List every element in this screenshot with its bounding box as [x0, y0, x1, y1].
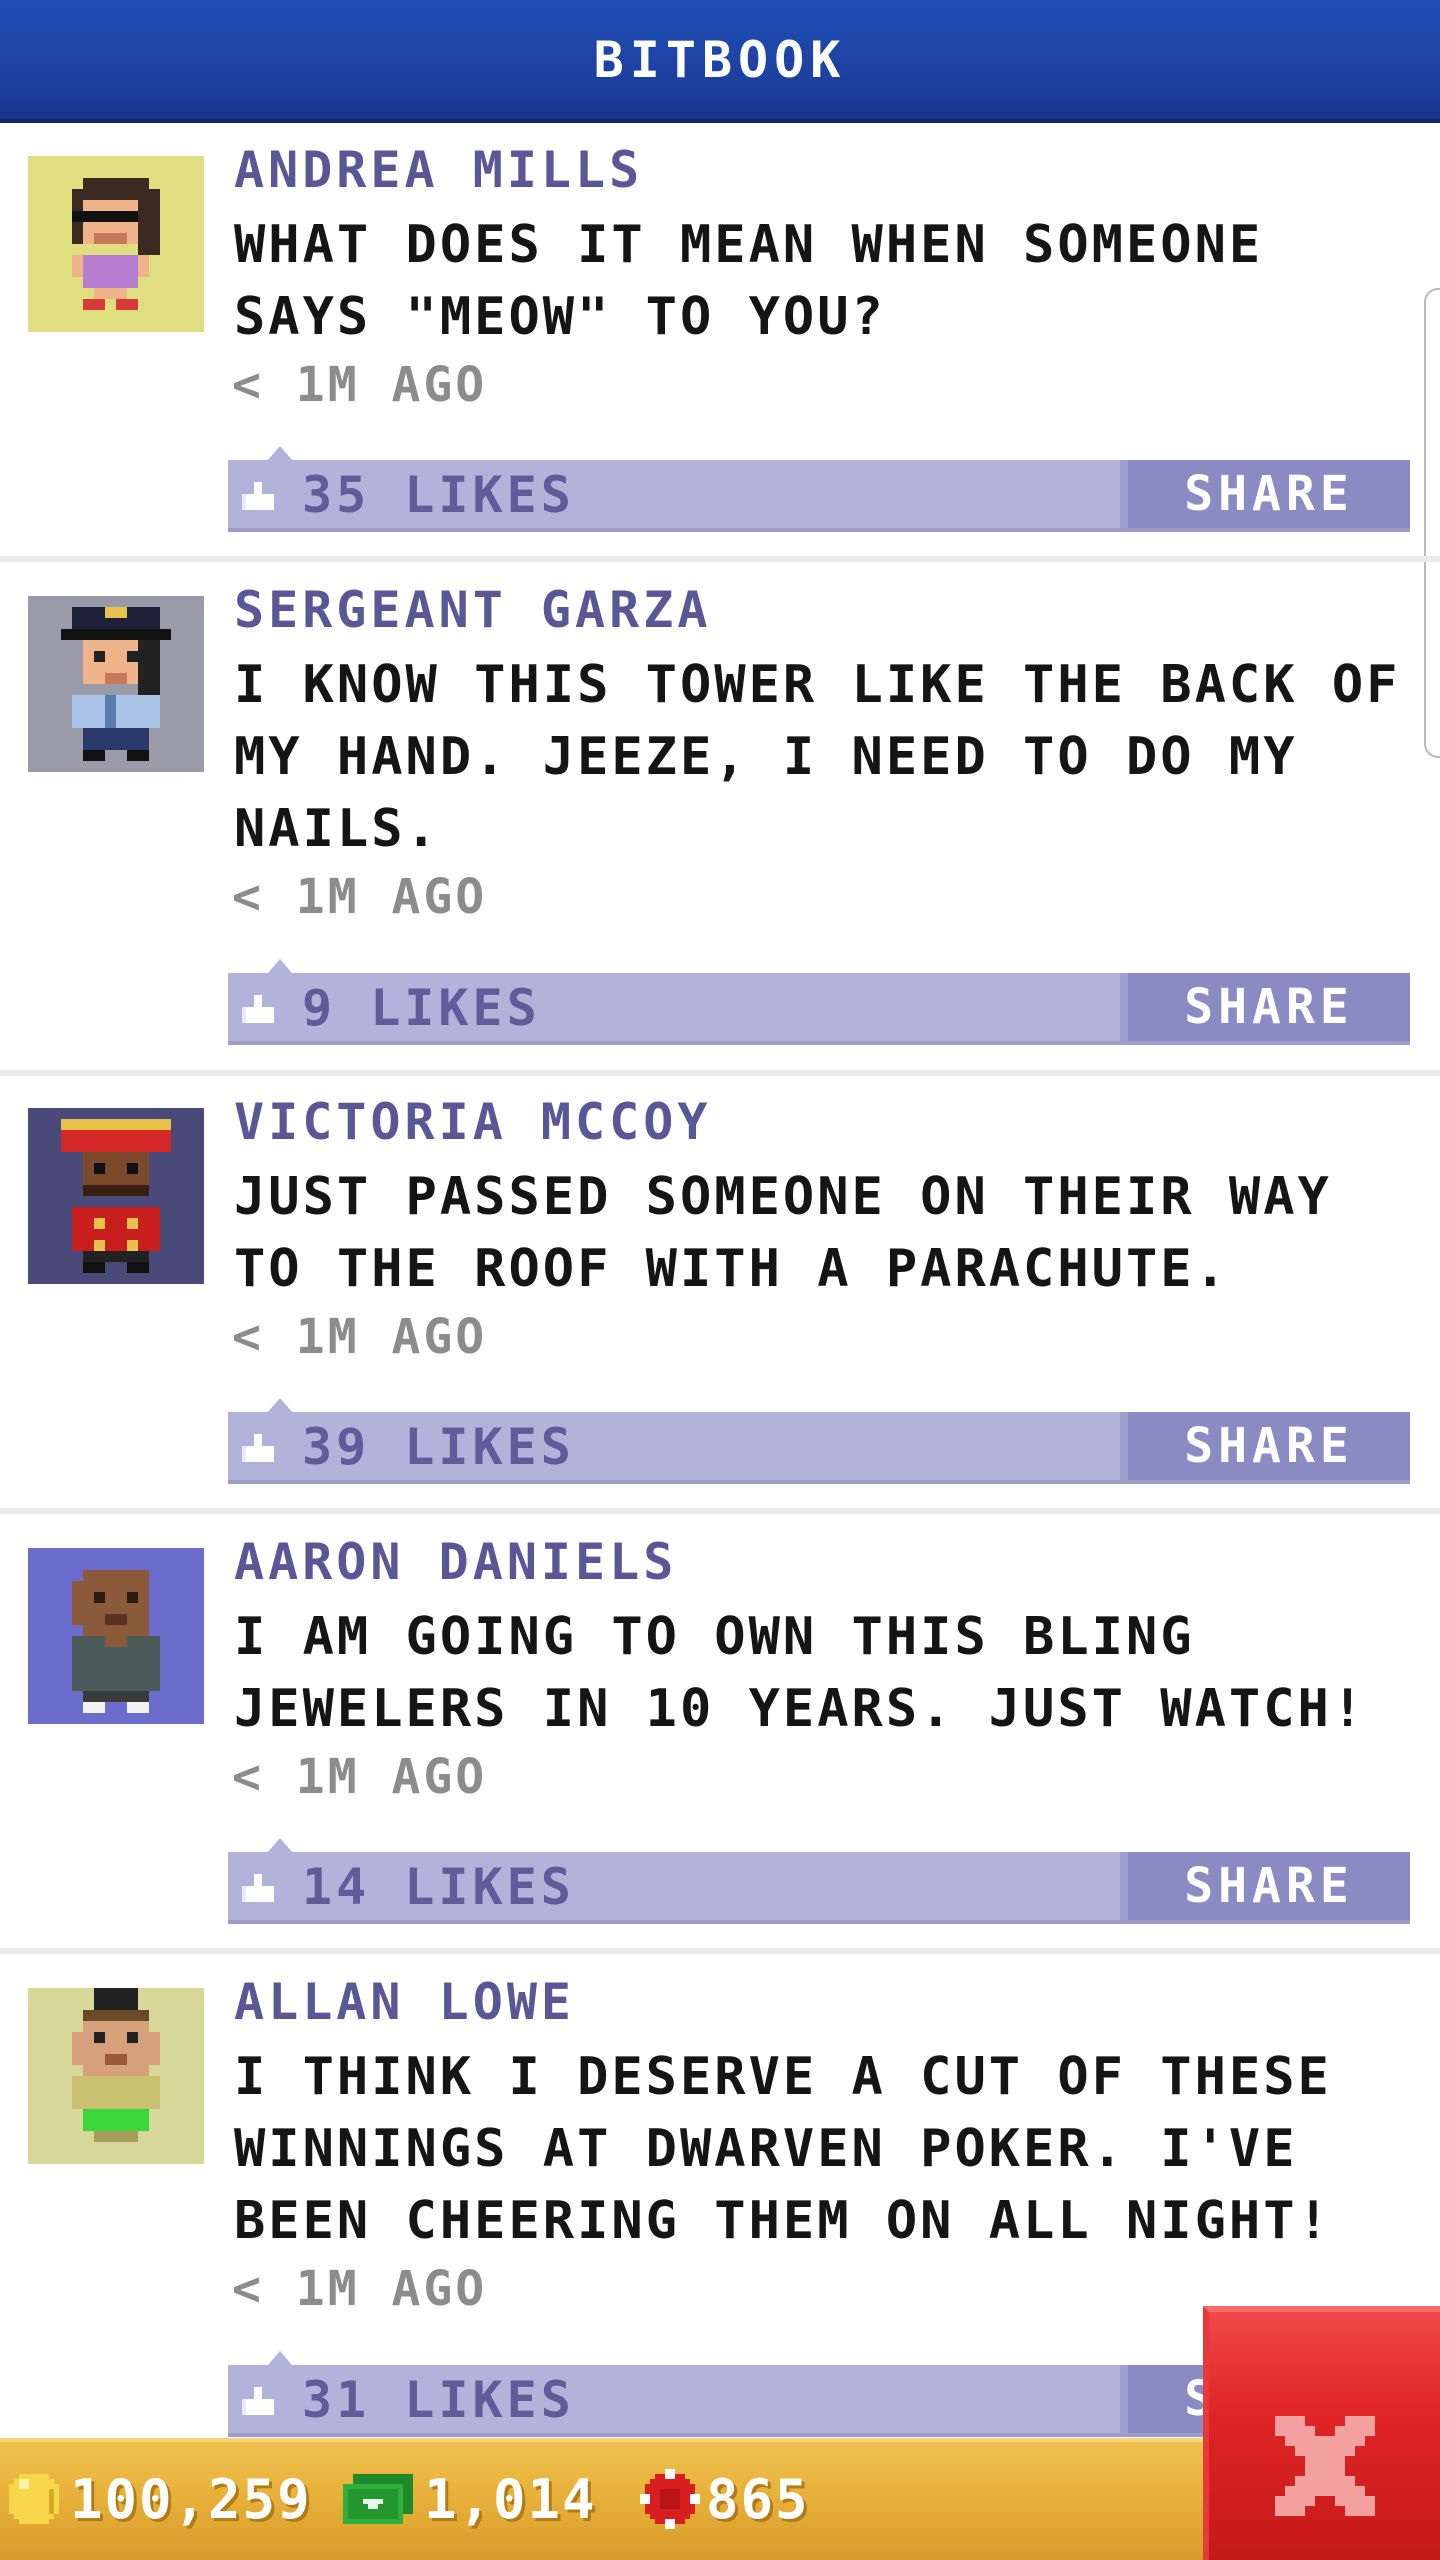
post-message-line: I KNOW THIS TOWER LIKE THE BACK OF: [234, 655, 1401, 715]
post-divider: [0, 1948, 1440, 1954]
post-divider: [0, 1070, 1440, 1076]
thumbs-up-icon[interactable]: [242, 2383, 278, 2419]
post-message-line: MY HAND. JEEZE, I NEED TO DO MY: [234, 727, 1298, 787]
thumbs-up-icon[interactable]: [242, 1870, 278, 1906]
likebar-notch: [268, 446, 292, 460]
post-message: I AM GOING TO OWN THIS BLING JEWELERS IN…: [234, 1601, 1414, 1745]
avatar[interactable]: [28, 1108, 204, 1284]
chips-value: 865: [706, 2467, 810, 2531]
like-bar: 39 LIKES SHARE: [228, 1398, 1410, 1484]
coin-icon: [9, 2474, 59, 2524]
post-message-line: I THINK I DESERVE A CUT OF THESE: [234, 2047, 1332, 2107]
post-timestamp: < 1M AGO: [232, 1749, 488, 1805]
post-message-line: JUST PASSED SOMEONE ON THEIR WAY: [234, 1167, 1332, 1227]
post-message-line: I AM GOING TO OWN THIS BLING: [234, 1607, 1195, 1667]
likebar-notch: [268, 1838, 292, 1852]
post-author[interactable]: AARON DANIELS: [234, 1533, 677, 1591]
thumbs-up-icon[interactable]: [242, 991, 278, 1027]
post-divider: [0, 556, 1440, 562]
post-message: JUST PASSED SOMEONE ON THEIR WAY TO THE …: [234, 1161, 1414, 1305]
lowe-avatar-image: [28, 1988, 204, 2164]
post-author[interactable]: VICTORIA MCCOY: [234, 1093, 711, 1151]
post-message-line: TO THE ROOF WITH A PARACHUTE.: [234, 1239, 1229, 1299]
likebar-notch: [268, 959, 292, 973]
coins-stat[interactable]: 100,259: [4, 2464, 312, 2534]
share-button[interactable]: SHARE: [1120, 973, 1410, 1041]
share-button[interactable]: SHARE: [1120, 1412, 1410, 1480]
post-message-line: JEWELERS IN 10 YEARS. JUST WATCH!: [234, 1679, 1367, 1739]
like-bar: 14 LIKES SHARE: [228, 1838, 1410, 1924]
post-message: WHAT DOES IT MEAN WHEN SOMEONE SAYS "MEO…: [234, 209, 1414, 353]
post-timestamp: < 1M AGO: [232, 869, 488, 925]
post-timestamp: < 1M AGO: [232, 357, 488, 413]
post-message: I KNOW THIS TOWER LIKE THE BACK OF MY HA…: [234, 649, 1414, 865]
likebar-notch: [268, 2351, 292, 2365]
coins-value: 100,259: [70, 2467, 312, 2531]
like-bar: 9 LIKES SHARE: [228, 959, 1410, 1045]
mccoy-avatar-image: [28, 1108, 204, 1284]
post-message-line: WINNINGS AT DWARVEN POKER. I'VE: [234, 2119, 1298, 2179]
andrea-avatar-image: [28, 156, 204, 332]
bux-stat[interactable]: 1,014: [338, 2464, 597, 2534]
share-button[interactable]: SHARE: [1120, 1852, 1410, 1920]
scrollbar[interactable]: [1424, 288, 1440, 758]
chip-icon: [640, 2469, 700, 2529]
avatar[interactable]: [28, 596, 204, 772]
post-timestamp: < 1M AGO: [232, 2261, 488, 2317]
like-bar: 35 LIKES SHARE: [228, 446, 1410, 532]
post-author[interactable]: SERGEANT GARZA: [234, 581, 711, 639]
chips-stat[interactable]: 865: [640, 2464, 810, 2534]
app-header: BITBOOK: [0, 0, 1440, 123]
post-message-line: WHAT DOES IT MEAN WHEN SOMEONE: [234, 215, 1264, 275]
close-icon: [1275, 2416, 1375, 2516]
thumbs-up-icon[interactable]: [242, 1430, 278, 1466]
avatar[interactable]: [28, 156, 204, 332]
post-divider: [0, 1508, 1440, 1514]
share-button[interactable]: SHARE: [1120, 460, 1410, 528]
likebar-notch: [268, 1398, 292, 1412]
daniels-avatar-image: [28, 1548, 204, 1724]
page-title: BITBOOK: [593, 30, 847, 89]
bux-value: 1,014: [424, 2467, 597, 2531]
bux-icon: [343, 2474, 413, 2524]
like-count[interactable]: 35 LIKES: [302, 466, 575, 524]
post-timestamp: < 1M AGO: [232, 1309, 488, 1365]
avatar[interactable]: [28, 1988, 204, 2164]
like-count[interactable]: 9 LIKES: [302, 979, 541, 1037]
like-count[interactable]: 31 LIKES: [302, 2371, 575, 2429]
post-message-line: SAYS "MEOW" TO YOU?: [234, 287, 886, 347]
like-count[interactable]: 39 LIKES: [302, 1418, 575, 1476]
post-author[interactable]: ALLAN LOWE: [234, 1973, 575, 2031]
post-message-line: NAILS.: [234, 799, 440, 859]
post-author[interactable]: ANDREA MILLS: [234, 141, 643, 199]
avatar[interactable]: [28, 1548, 204, 1724]
post-message: I THINK I DESERVE A CUT OF THESE WINNING…: [234, 2041, 1414, 2257]
thumbs-up-icon[interactable]: [242, 478, 278, 514]
post-message-line: BEEN CHEERING THEM ON ALL NIGHT!: [234, 2191, 1332, 2251]
like-count[interactable]: 14 LIKES: [302, 1858, 575, 1916]
garza-avatar-image: [28, 596, 204, 772]
close-button[interactable]: [1203, 2306, 1440, 2560]
